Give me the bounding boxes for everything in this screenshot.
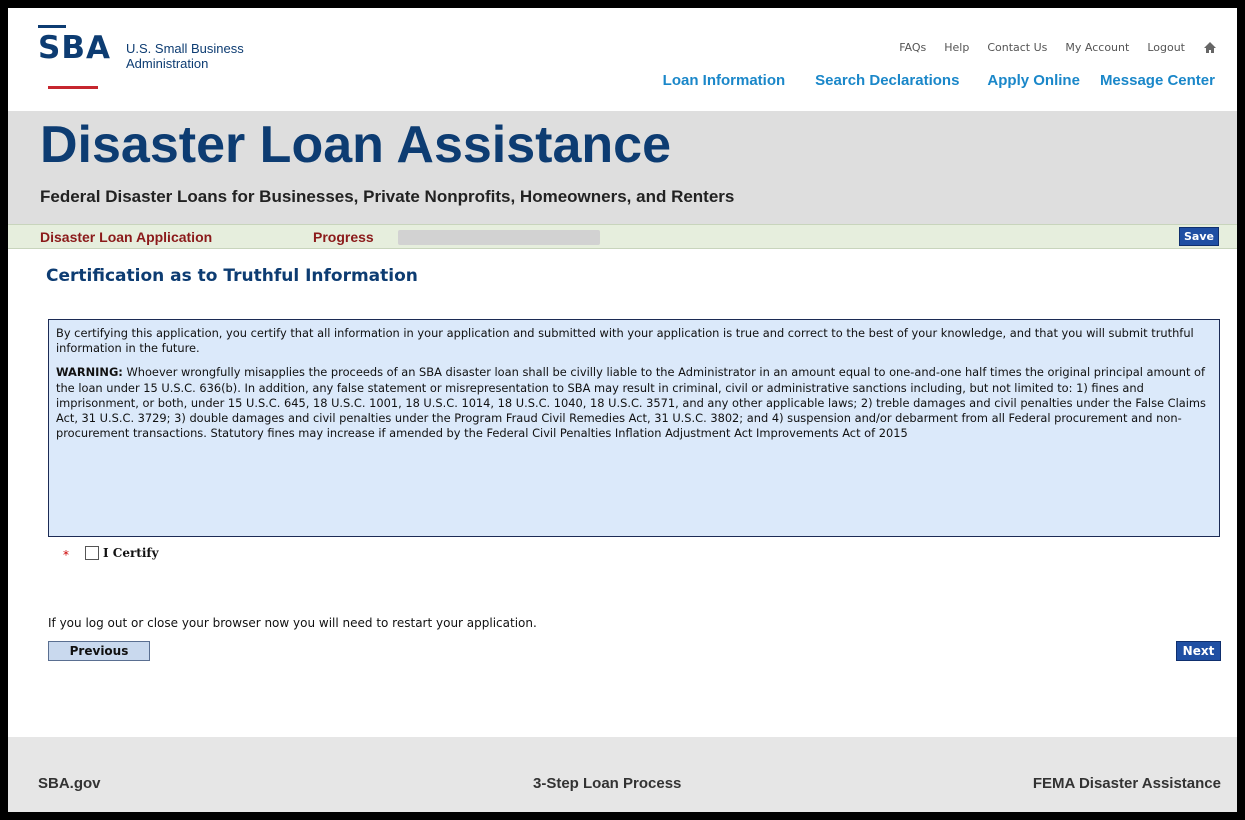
help-link[interactable]: Help (944, 41, 969, 54)
site-footer: SBA.gov 3-Step Loan Process FEMA Disaste… (8, 737, 1237, 812)
logo-accent-top (38, 25, 66, 28)
previous-button[interactable]: Previous (48, 641, 150, 661)
page-frame: SBA U.S. Small Business Administration F… (8, 8, 1237, 812)
footer-3-step-link[interactable]: 3-Step Loan Process (533, 775, 681, 792)
warning-paragraph: WARNING: Whoever wrongfully misapplies t… (56, 365, 1212, 441)
certify-label[interactable]: I Certify (103, 546, 159, 560)
next-button[interactable]: Next (1176, 641, 1221, 661)
my-account-link[interactable]: My Account (1065, 41, 1129, 54)
nav-loan-information[interactable]: Loan Information (663, 72, 786, 89)
certification-text: By certifying this application, you cert… (56, 326, 1194, 356)
sba-logo[interactable]: SBA (38, 30, 111, 66)
logout-link[interactable]: Logout (1147, 41, 1185, 54)
contact-us-link[interactable]: Contact Us (987, 41, 1047, 54)
home-icon[interactable] (1203, 41, 1217, 54)
application-title: Disaster Loan Application (40, 229, 213, 245)
banner-title: Disaster Loan Assistance (40, 116, 672, 174)
main-nav: Loan Information Search Declarations App… (663, 72, 1215, 89)
progress-bar-row: Disaster Loan Application Progress Save (8, 224, 1237, 249)
required-marker: * (63, 548, 69, 562)
agency-line-2: Administration (126, 56, 209, 71)
section-title: Certification as to Truthful Information (46, 266, 418, 286)
footer-sba-gov-link[interactable]: SBA.gov (38, 775, 101, 792)
footer-fema-link[interactable]: FEMA Disaster Assistance (1033, 775, 1221, 792)
agency-line-1: U.S. Small Business (126, 41, 244, 56)
progress-label: Progress (313, 229, 374, 245)
nav-apply-online[interactable]: Apply Online (987, 72, 1080, 89)
warning-text: Whoever wrongfully misapplies the procee… (56, 365, 1206, 441)
faqs-link[interactable]: FAQs (899, 41, 926, 54)
banner-subtitle: Federal Disaster Loans for Businesses, P… (40, 187, 735, 206)
save-button[interactable]: Save (1179, 227, 1219, 246)
nav-search-declarations[interactable]: Search Declarations (815, 72, 959, 89)
progress-track (398, 230, 600, 245)
agency-name: U.S. Small Business Administration (126, 41, 244, 71)
logo-accent-bottom (48, 86, 98, 89)
certify-checkbox[interactable] (85, 546, 99, 560)
certification-box: By certifying this application, you cert… (48, 319, 1220, 537)
nav-message-center[interactable]: Message Center (1100, 72, 1215, 89)
logout-warning: If you log out or close your browser now… (48, 616, 537, 630)
page-banner: Disaster Loan Assistance Federal Disaste… (8, 111, 1237, 224)
utility-nav: FAQs Help Contact Us My Account Logout (899, 41, 1217, 54)
warning-label: WARNING: (56, 365, 123, 380)
site-header: SBA U.S. Small Business Administration F… (8, 8, 1237, 111)
